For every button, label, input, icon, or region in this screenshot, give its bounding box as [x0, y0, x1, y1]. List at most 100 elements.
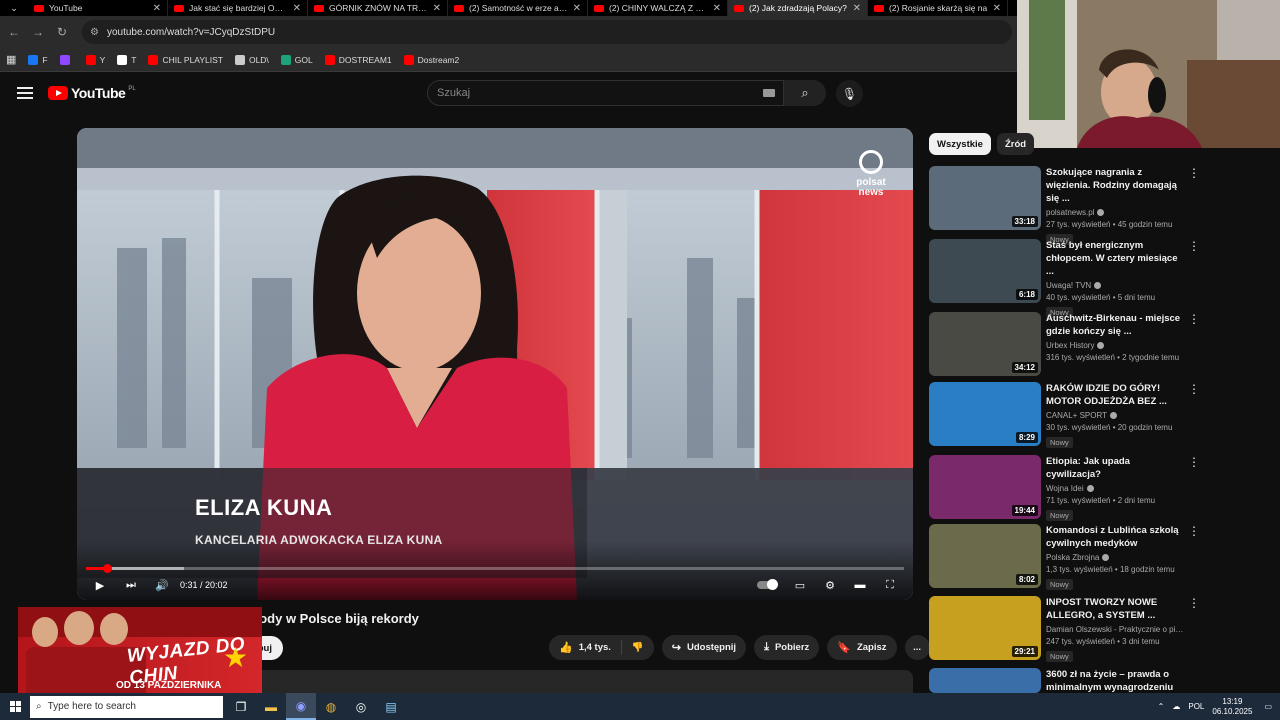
progress-bar[interactable]: [86, 564, 904, 573]
next-icon[interactable]: ⏭: [123, 577, 139, 593]
obs-icon[interactable]: ◎: [346, 693, 376, 720]
clock[interactable]: 13:19 06.10.2025: [1212, 697, 1252, 717]
video-thumbnail[interactable]: 33:18: [929, 166, 1041, 230]
recommended-video[interactable]: 8:02 Komandosi z Lublińca szkolą cywilnyc…: [929, 524, 1279, 590]
video-title-link[interactable]: Staś był energicznym chłopcem. W cztery …: [1046, 239, 1186, 278]
video-thumbnail[interactable]: 6:18: [929, 239, 1041, 303]
more-options-icon[interactable]: ⋮: [1188, 240, 1200, 252]
video-title-link[interactable]: Szokujące nagrania z więzienia. Rodziny …: [1046, 166, 1186, 205]
more-actions-button[interactable]: ...: [904, 635, 930, 660]
more-options-icon[interactable]: ⋮: [1188, 525, 1200, 537]
channel-name[interactable]: Uwaga! TVN: [1046, 281, 1186, 290]
browser-tab[interactable]: Jak stać się bardziej ODPORNYM ✕: [168, 0, 308, 16]
video-title-link[interactable]: INPOST TWORZY NOWE ALLEGRO, a SYSTEM ...: [1046, 596, 1186, 622]
theater-mode-icon[interactable]: ▬: [852, 577, 868, 593]
language-indicator[interactable]: POL: [1188, 702, 1204, 711]
bookmark-item[interactable]: GOL: [280, 54, 313, 65]
bookmark-item[interactable]: T: [117, 54, 136, 65]
video-thumbnail[interactable]: [929, 668, 1041, 693]
forward-icon[interactable]: →: [26, 20, 50, 44]
channel-name[interactable]: Damian Olszewski - Praktycznie o pieniąd…: [1046, 625, 1186, 634]
apps-grid-icon[interactable]: ▦: [6, 53, 16, 66]
dislike-button[interactable]: 👎: [621, 635, 654, 660]
task-view-icon[interactable]: ❐: [226, 693, 256, 720]
video-title-link[interactable]: Auschwitz-Birkenau - miejsce gdzie kończ…: [1046, 312, 1186, 338]
bookmark-item[interactable]: Dostream2: [403, 54, 459, 65]
notepad-icon[interactable]: ▤: [376, 693, 406, 720]
discord-icon[interactable]: ◉: [286, 693, 316, 720]
browser-tab[interactable]: (2) Rosjanie skarżą się na ✕: [868, 0, 1008, 16]
bookmark-item[interactable]: [59, 54, 74, 65]
bookmark-item[interactable]: F: [28, 54, 48, 65]
video-title-link[interactable]: Etiopia: Jak upada cywilizacja?: [1046, 455, 1186, 481]
youtube-logo[interactable]: YouTube PL: [48, 85, 136, 101]
fullscreen-icon[interactable]: ⛶: [882, 577, 898, 593]
more-options-icon[interactable]: ⋮: [1188, 383, 1200, 395]
voice-search-button[interactable]: 🎙: [836, 80, 863, 107]
recommended-video[interactable]: 33:18 Szokujące nagrania z więzienia. Rod…: [929, 166, 1279, 245]
taskbar-search-input[interactable]: ⌕ Type here to search: [30, 695, 223, 718]
browser-tab[interactable]: (2) Samotność w erze aplikacji ✕: [448, 0, 588, 16]
onedrive-icon[interactable]: ☁: [1172, 702, 1180, 711]
search-button[interactable]: ⌕: [784, 80, 826, 106]
keyboard-icon[interactable]: [763, 89, 775, 97]
filter-chip[interactable]: Wszystkie: [929, 133, 991, 155]
more-options-icon[interactable]: ⋮: [1188, 456, 1200, 468]
recommended-video[interactable]: 3600 zł na życie – prawda o minimalnym w…: [929, 668, 1279, 693]
channel-name[interactable]: polsatnews.pl: [1046, 208, 1186, 217]
recommended-video[interactable]: 19:44 Etiopia: Jak upada cywilizacja? Wojn…: [929, 455, 1279, 521]
site-info-icon[interactable]: ⚙: [90, 27, 99, 38]
recommended-video[interactable]: 6:18 Staś był energicznym chłopcem. W czt…: [929, 239, 1279, 318]
video-title-link[interactable]: RAKÓW IDZIE DO GÓRY! MOTOR ODJEŻDŻA BEZ …: [1046, 382, 1186, 408]
bookmark-item[interactable]: DOSTREAM1: [324, 54, 392, 65]
video-thumbnail[interactable]: 19:44: [929, 455, 1041, 519]
bookmark-item[interactable]: CHIL PLAYLIST: [148, 54, 223, 65]
more-options-icon[interactable]: ⋮: [1188, 167, 1200, 179]
bookmark-item[interactable]: OLD\: [234, 54, 269, 65]
bookmark-item[interactable]: Y: [85, 54, 105, 65]
browser-tab[interactable]: (2) CHINY WALCZĄ Z KRYZYSEM ✕: [588, 0, 728, 16]
windows-start-icon[interactable]: [0, 693, 30, 720]
reload-icon[interactable]: ↻: [50, 20, 74, 44]
download-button[interactable]: ⤓ Pobierz: [754, 635, 820, 660]
chrome-icon[interactable]: ◍: [316, 693, 346, 720]
video-thumbnail[interactable]: 8:29: [929, 382, 1041, 446]
file-explorer-icon[interactable]: ▬: [256, 693, 286, 720]
search-input[interactable]: Szukaj: [427, 80, 784, 106]
autoplay-toggle[interactable]: [756, 577, 778, 593]
video-title-link[interactable]: Komandosi z Lublińca szkolą cywilnych me…: [1046, 524, 1186, 550]
notifications-icon[interactable]: ▭: [1264, 702, 1272, 711]
browser-tab[interactable]: (2) Jak zdradzają Polacy? ✕: [728, 0, 868, 16]
close-tab-icon[interactable]: ✕: [433, 3, 441, 14]
subtitles-icon[interactable]: ▭: [792, 577, 808, 593]
close-tab-icon[interactable]: ✕: [713, 3, 721, 14]
video-thumbnail[interactable]: 29:21: [929, 596, 1041, 660]
recommended-video[interactable]: 34:12 Auschwitz-Birkenau - miejsce gdzie …: [929, 312, 1279, 378]
tab-search-dropdown[interactable]: ⌄: [0, 0, 28, 16]
channel-name[interactable]: Wojna Idei: [1046, 484, 1186, 493]
close-tab-icon[interactable]: ✕: [153, 3, 161, 14]
close-tab-icon[interactable]: ✕: [573, 3, 581, 14]
browser-tab[interactable]: GÓRNIK ZNÓW NA TRONIE ✕: [308, 0, 448, 16]
settings-gear-icon[interactable]: ⚙: [822, 577, 838, 593]
video-thumbnail[interactable]: 8:02: [929, 524, 1041, 588]
more-options-icon[interactable]: ⋮: [1188, 313, 1200, 325]
back-icon[interactable]: ←: [2, 20, 26, 44]
recommended-video[interactable]: 29:21 INPOST TWORZY NOWE ALLEGRO, a SYSTE…: [929, 596, 1279, 662]
volume-icon[interactable]: 🔊: [154, 577, 170, 593]
more-options-icon[interactable]: ⋮: [1188, 597, 1200, 609]
video-player[interactable]: polsat news ELIZA KUNA KANCELARIA ADWOKA…: [77, 128, 913, 600]
video-thumbnail[interactable]: 34:12: [929, 312, 1041, 376]
close-tab-icon[interactable]: ✕: [293, 3, 301, 14]
share-button[interactable]: ↪ Udostępnij: [661, 635, 747, 660]
filter-chip[interactable]: Źród: [996, 133, 1035, 155]
video-title-link[interactable]: 3600 zł na życie – prawda o minimalnym w…: [1046, 668, 1186, 694]
channel-name[interactable]: Polska Zbrojna: [1046, 553, 1186, 562]
save-button[interactable]: 🔖 Zapisz: [827, 635, 897, 660]
tray-chevron-icon[interactable]: ⌃: [1158, 702, 1165, 711]
channel-name[interactable]: CANAL+ SPORT: [1046, 411, 1186, 420]
browser-tab[interactable]: YouTube ✕: [28, 0, 168, 16]
like-button[interactable]: 👍 1,4 tys.: [549, 635, 621, 660]
address-bar[interactable]: ⚙ youtube.com/watch?v=JCyqDzStDPU: [82, 20, 1012, 44]
close-tab-icon[interactable]: ✕: [993, 3, 1001, 14]
